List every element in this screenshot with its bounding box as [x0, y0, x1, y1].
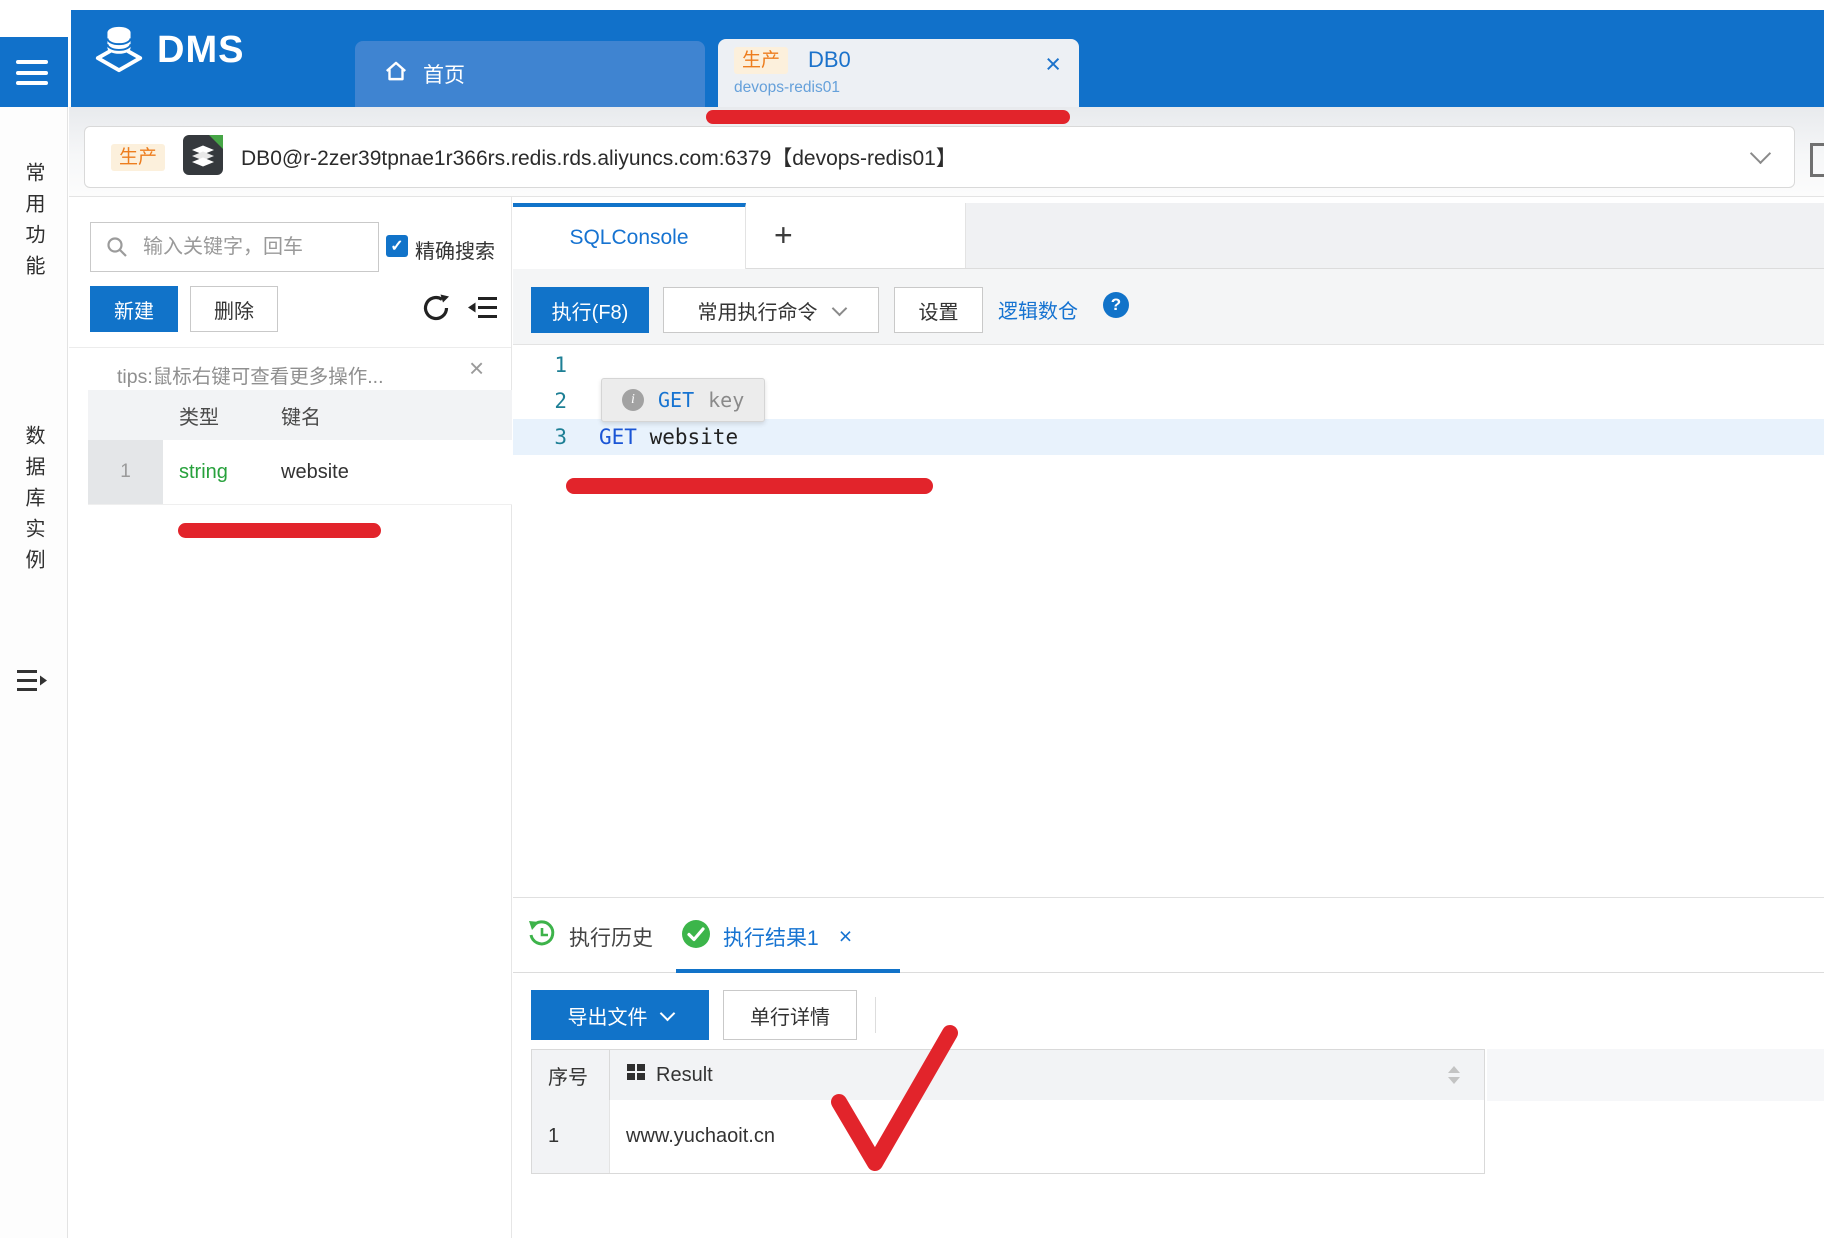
- rail-header-block: [0, 37, 68, 107]
- env-badge: 生产: [734, 47, 788, 74]
- fullscreen-icon[interactable]: [1810, 143, 1824, 177]
- dms-logo-icon: [93, 22, 145, 79]
- key-table-header: 类型 键名: [88, 390, 512, 440]
- sql-console-area: SQLConsole + 执行(F8) 常用执行命令 设置 逻辑数仓 ? 1 2: [513, 197, 1824, 1238]
- sidebar-item-common-functions[interactable]: 常用功能: [19, 162, 48, 286]
- tab-db0-title: DB0: [808, 47, 851, 73]
- common-commands-dropdown[interactable]: 常用执行命令: [663, 287, 879, 333]
- suggestion-keyword: GET: [658, 388, 694, 412]
- expand-panel-icon[interactable]: [15, 667, 49, 700]
- redis-icon: [183, 135, 223, 180]
- column-keyname: 键名: [265, 401, 512, 430]
- results-tabstrip: 执行历史 执行结果1 ×: [513, 897, 1824, 973]
- sort-icon[interactable]: [1448, 1066, 1460, 1084]
- history-icon: [527, 919, 557, 955]
- delete-key-button[interactable]: 删除: [190, 286, 278, 332]
- settings-button[interactable]: 设置: [894, 287, 983, 333]
- code-keyword: GET: [599, 425, 637, 449]
- search-input[interactable]: [129, 236, 378, 259]
- suggestion-hint: key: [708, 388, 744, 412]
- key-name: website: [265, 440, 512, 504]
- result-table-row[interactable]: 1 www.yuchaoit.cn: [531, 1100, 1485, 1174]
- row-index: 1: [88, 440, 163, 504]
- tab-sqlconsole[interactable]: SQLConsole: [513, 203, 746, 269]
- common-commands-label: 常用执行命令: [698, 296, 818, 325]
- divider: [875, 997, 876, 1033]
- export-file-dropdown[interactable]: 导出文件: [531, 990, 709, 1040]
- chevron-down-icon[interactable]: [1750, 143, 1771, 164]
- hamburger-menu-icon[interactable]: [16, 60, 48, 85]
- column-result: Result: [656, 1064, 713, 1087]
- sidebar-item-database-instances[interactable]: 数据库实例: [19, 425, 48, 580]
- close-icon[interactable]: ×: [469, 353, 484, 384]
- line-number: 3: [513, 425, 567, 449]
- export-file-label: 导出文件: [568, 1001, 648, 1030]
- dms-logo[interactable]: DMS: [93, 22, 244, 79]
- search-icon: [105, 235, 129, 259]
- key-search-box: [90, 222, 379, 272]
- info-icon: [622, 389, 644, 411]
- row-detail-button[interactable]: 单行详情: [723, 990, 857, 1040]
- help-icon[interactable]: ?: [1103, 292, 1129, 318]
- tab-home-label: 首页: [423, 59, 465, 89]
- env-badge: 生产: [111, 144, 165, 171]
- refresh-icon[interactable]: [420, 291, 452, 328]
- collapse-list-icon[interactable]: [467, 294, 499, 326]
- key-list-panel: 精确搜索 新建 删除 tips:鼠标右键可查看更多操作... × 类型 键名: [69, 197, 512, 1238]
- tab-home[interactable]: 首页: [355, 41, 705, 107]
- chevron-down-icon: [831, 300, 847, 316]
- tab-db0[interactable]: 生产 DB0 devops-redis01 ×: [718, 39, 1079, 107]
- connection-selector[interactable]: 生产 DB0@r-2zer39tpnae1r366rs.redis.rds.al…: [84, 126, 1795, 188]
- close-icon[interactable]: ×: [839, 923, 852, 950]
- add-tab-button[interactable]: +: [746, 203, 966, 268]
- active-tab-underline: [676, 969, 900, 973]
- code-argument: website: [650, 425, 739, 449]
- dms-app: DMS 首页 生产 DB0 devops-redis01 × 生产: [0, 0, 1824, 1238]
- divider: [69, 347, 511, 348]
- exact-search-checkbox[interactable]: [386, 235, 408, 257]
- tab-db0-subtitle: devops-redis01: [734, 79, 840, 97]
- tab-execution-history[interactable]: 执行历史: [527, 919, 653, 955]
- close-icon[interactable]: ×: [1045, 49, 1061, 80]
- column-index: 序号: [532, 1050, 610, 1100]
- row-index: 1: [532, 1100, 610, 1173]
- line-number: 2: [513, 389, 567, 413]
- annotation-underline-tab: [706, 110, 1070, 124]
- console-toolbar: 执行(F8) 常用执行命令 设置 逻辑数仓 ?: [513, 269, 1824, 345]
- connection-string: DB0@r-2zer39tpnae1r366rs.redis.rds.aliyu…: [241, 142, 1735, 172]
- left-rail: 常用功能 数据库实例: [0, 107, 68, 1238]
- key-table-row[interactable]: 1 string website: [88, 440, 512, 505]
- result-value: www.yuchaoit.cn: [610, 1100, 1484, 1173]
- editor-line-active: 3 GET website: [513, 419, 1824, 455]
- key-type: string: [163, 440, 265, 504]
- tips-text: tips:鼠标右键可查看更多操作...: [117, 360, 384, 389]
- logic-warehouse-link[interactable]: 逻辑数仓: [998, 295, 1078, 324]
- run-button[interactable]: 执行(F8): [531, 287, 649, 333]
- app-title: DMS: [157, 29, 244, 72]
- tab-result-label: 执行结果1: [723, 922, 819, 952]
- result-table-filler: [1487, 1049, 1824, 1101]
- result-table-header: 序号 Result: [531, 1049, 1485, 1101]
- success-icon: [681, 919, 711, 954]
- column-type: 类型: [163, 401, 265, 430]
- tabstrip-filler: [966, 203, 1824, 268]
- autocomplete-suggestion[interactable]: GET key: [601, 378, 765, 422]
- top-header: DMS 首页 生产 DB0 devops-redis01 ×: [71, 10, 1824, 107]
- annotation-underline-code: [566, 478, 933, 494]
- grid-icon: [626, 1062, 646, 1088]
- annotation-underline-key-row: [178, 523, 381, 538]
- exact-search-label: 精确搜索: [415, 235, 495, 264]
- home-icon: [383, 58, 409, 90]
- tab-history-label: 执行历史: [569, 922, 653, 952]
- new-key-button[interactable]: 新建: [90, 286, 178, 332]
- chevron-down-icon: [659, 1005, 675, 1021]
- tab-execution-result[interactable]: 执行结果1 ×: [681, 919, 852, 954]
- line-number: 1: [513, 353, 567, 377]
- console-tabstrip: SQLConsole +: [513, 203, 1824, 269]
